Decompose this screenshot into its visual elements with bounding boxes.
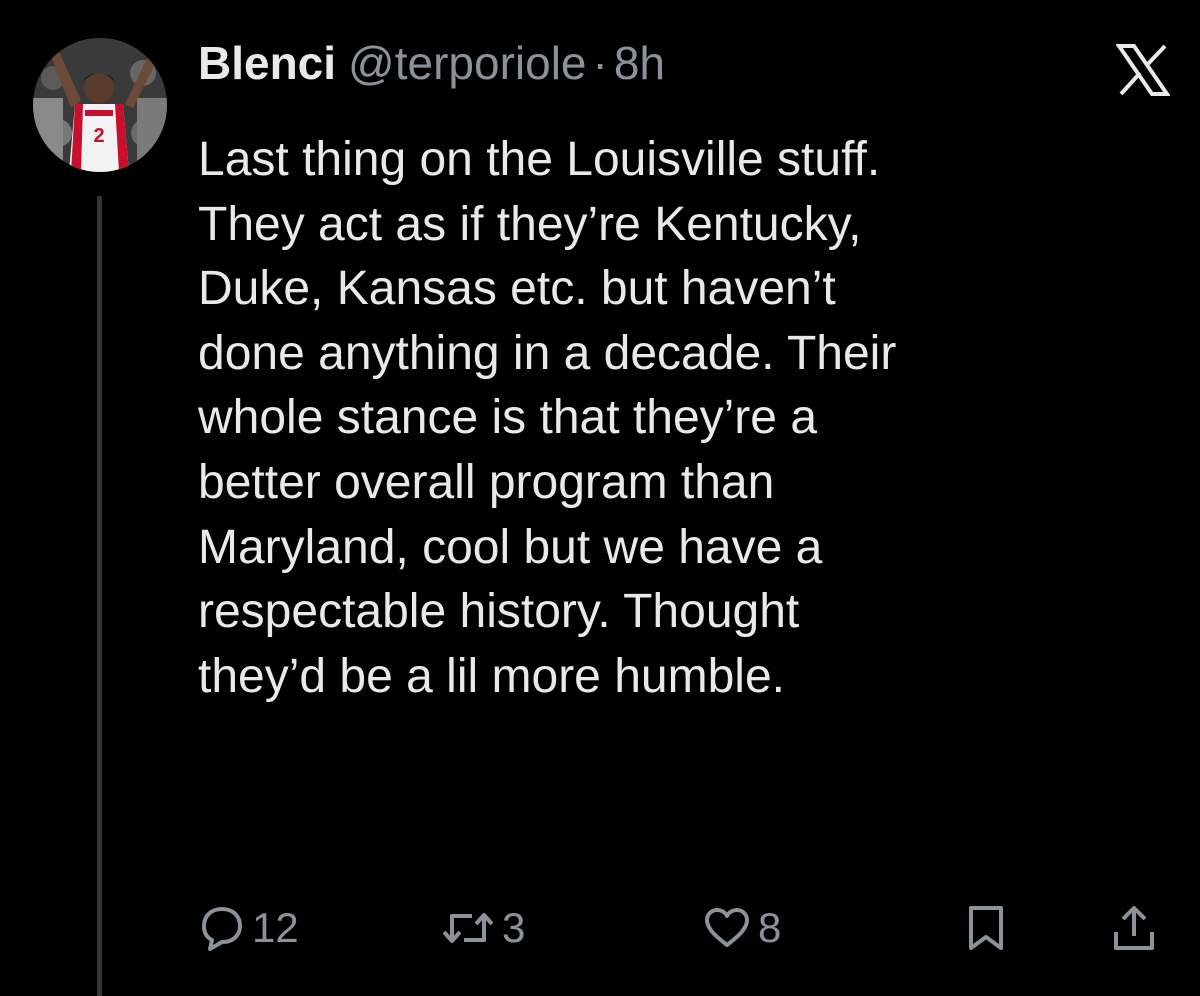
action-bar: 12 3 8 xyxy=(196,904,1186,966)
share-button[interactable] xyxy=(1112,904,1156,954)
thread-line xyxy=(97,196,102,996)
reply-button[interactable]: 12 xyxy=(200,904,299,952)
like-count: 8 xyxy=(758,904,782,951)
x-logo-icon xyxy=(1115,44,1171,96)
repost-button[interactable]: 3 xyxy=(442,904,525,952)
share-icon xyxy=(1114,906,1154,950)
tweet-card[interactable]: 2 Blenci @terporiole · 8h Last thing on … xyxy=(0,0,1200,996)
repost-count: 3 xyxy=(502,904,526,951)
timestamp[interactable]: 8h xyxy=(614,36,665,90)
author-name[interactable]: Blenci xyxy=(198,36,336,90)
header-separator: · xyxy=(592,37,608,89)
like-button[interactable]: 8 xyxy=(704,904,781,952)
bookmark-icon xyxy=(969,906,1003,950)
like-icon xyxy=(705,908,749,947)
tweet-text: Last thing on the Louisville stuff. They… xyxy=(198,133,897,703)
avatar-badge-number: 2 xyxy=(93,125,104,147)
avatar[interactable]: 2 xyxy=(33,38,167,172)
reply-count: 12 xyxy=(252,904,299,951)
reply-icon xyxy=(202,907,242,951)
repost-icon xyxy=(442,913,494,943)
bookmark-button[interactable] xyxy=(966,904,1006,952)
avatar-image: 2 xyxy=(33,38,167,172)
author-handle[interactable]: @terporiole xyxy=(348,36,586,90)
tweet-header: Blenci @terporiole · 8h xyxy=(198,36,665,106)
